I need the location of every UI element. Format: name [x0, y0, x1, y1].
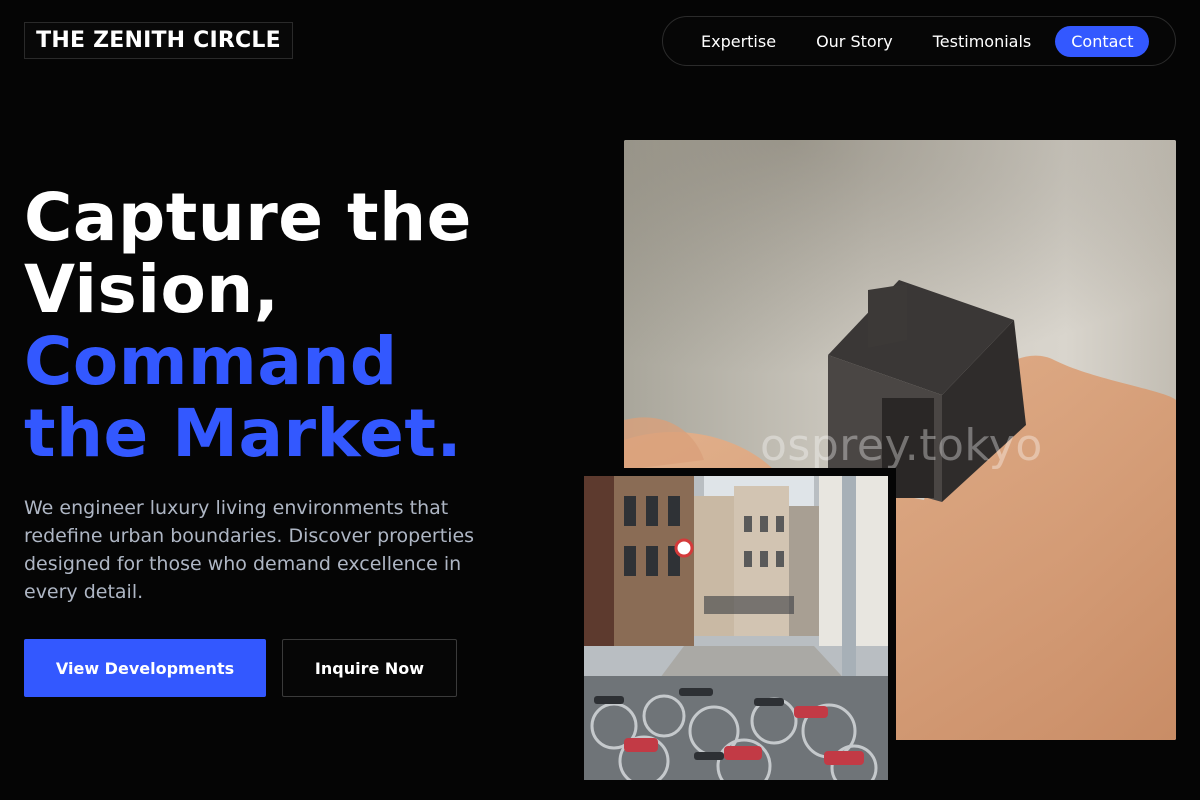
site-logo[interactable]: THE ZENITH CIRCLE	[24, 22, 293, 59]
hero-title-highlight: the Market.	[24, 395, 463, 472]
nav-item-testimonials[interactable]: Testimonials	[917, 26, 1048, 57]
inquire-now-button[interactable]: Inquire Now	[282, 639, 457, 697]
hero-title-highlight: Command	[24, 323, 398, 400]
nav-item-expertise[interactable]: Expertise	[685, 26, 792, 57]
view-developments-button[interactable]: View Developments	[24, 639, 266, 697]
main-nav: Expertise Our Story Testimonials Contact	[662, 16, 1176, 66]
hero-title-line: Vision,	[24, 251, 280, 328]
image-watermark: osprey.tokyo	[760, 420, 1043, 471]
hero-title-line: Capture the	[24, 179, 472, 256]
hero-title: Capture the Vision, Command the Market.	[24, 182, 584, 470]
street-bikes-photo	[576, 468, 896, 788]
nav-item-contact[interactable]: Contact	[1055, 25, 1150, 57]
landing-page: THE ZENITH CIRCLE Expertise Our Story Te…	[0, 0, 1200, 800]
nav-item-our-story[interactable]: Our Story	[800, 26, 909, 57]
hero-description: We engineer luxury living environments t…	[24, 497, 475, 603]
